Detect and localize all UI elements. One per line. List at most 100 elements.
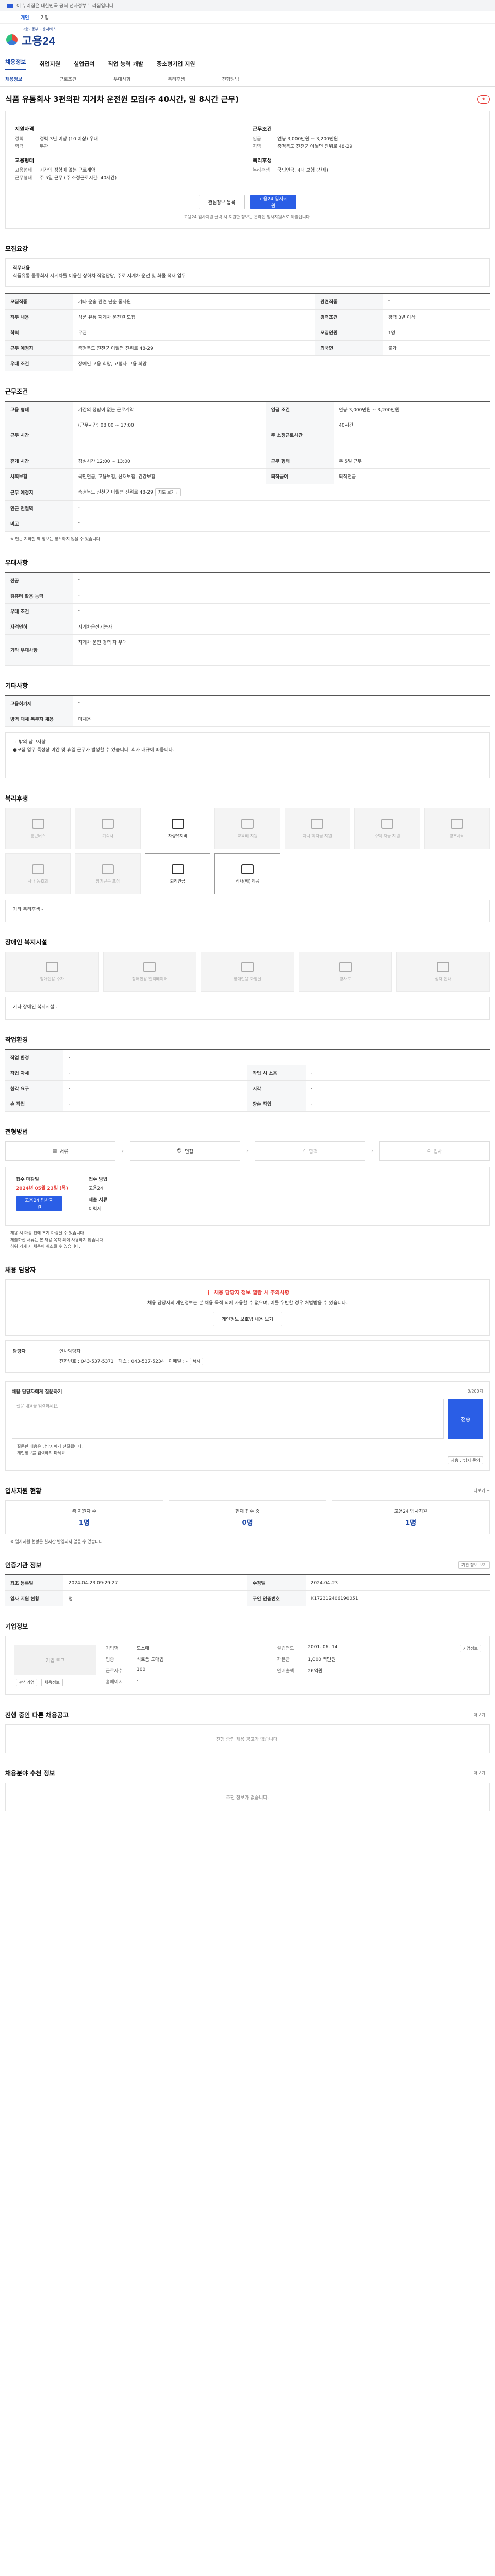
subnav-welfare[interactable]: 복리후생	[168, 76, 185, 82]
cap-icon	[311, 818, 324, 829]
warning-text: 채용 담당자의 개인정보는 본 채용 목적 외에 사용할 수 없으며, 이를 위…	[147, 1301, 348, 1306]
section-title-work-env: 작업환경	[5, 1036, 28, 1043]
section-title-contact: 채용 담당자	[5, 1266, 36, 1274]
th: 기타 우대사항	[5, 634, 73, 666]
arrow-icon: ›	[371, 1148, 373, 1154]
gnb-support[interactable]: 취업지원	[39, 60, 60, 68]
question-textarea[interactable]: 질문 내용을 입력하세요.	[12, 1399, 444, 1439]
contact-inquiry-button[interactable]: 채용 담당자 문의	[448, 1456, 483, 1464]
welfare-item: 퇴직연금	[144, 853, 211, 894]
scrap-button[interactable]: ★	[477, 95, 490, 104]
more-link[interactable]: 더보기 +	[474, 1712, 490, 1718]
map-button[interactable]: 지도 보기 ›	[155, 488, 181, 496]
gnb-jobs[interactable]: 채용정보	[5, 58, 26, 70]
stat-value: 0명	[242, 1519, 253, 1527]
apply-button-2[interactable]: 고용24 입사지원	[16, 1196, 62, 1211]
td: K172312406190051	[305, 1590, 490, 1606]
th: 직무 내용	[5, 309, 73, 325]
disability-label: 장애인용 엘리베이터	[131, 976, 168, 981]
td: 점심시간 12:00 ~ 13:00	[73, 453, 266, 469]
more-link[interactable]: 더보기 +	[474, 1770, 490, 1776]
copy-button[interactable]: 복사	[189, 1358, 204, 1365]
subnav-selection[interactable]: 전형방법	[222, 76, 239, 82]
th: 우대 조건	[5, 603, 73, 619]
th: 자격면허	[5, 619, 73, 635]
logo-text[interactable]: 고용24	[22, 32, 56, 48]
interest-button[interactable]: 관심정보 등록	[199, 195, 245, 209]
logo-icon[interactable]	[6, 34, 18, 45]
td: 식품 유통 지게차 운전원 모집	[73, 309, 316, 325]
job-title: 식품 유통회사 3편의판 지게차 운전원 모집(주 40시간, 일 8시간 근무…	[5, 95, 239, 104]
korea-flag-icon	[7, 3, 13, 8]
send-button[interactable]: 전송	[448, 1399, 483, 1439]
mode-company[interactable]: 기업	[41, 14, 50, 21]
deadline-value: 2024년 05월 23일 (목)	[16, 1186, 68, 1191]
question-notes: 질문한 내용은 담당자에게 전달됩니다. 개인정보를 입력하지 마세요.	[12, 1443, 483, 1456]
step-label: 서류	[59, 1149, 69, 1155]
apply-info: 접수 마감일 2024년 05월 23일 (목) 고용24 입사지원 접수 방법…	[5, 1167, 490, 1226]
section-apply-status: 입사지원 현황 더보기 +	[5, 1486, 490, 1495]
company-jobs-button[interactable]: 채용정보	[41, 1679, 63, 1686]
td: 미채용	[73, 711, 490, 727]
conditions-note: ※ 인근 지하철 역 정보는 정확하지 않을 수 있습니다.	[10, 537, 102, 541]
section-title-conditions: 근무조건	[5, 388, 28, 395]
interview-icon: ☺	[177, 1148, 182, 1154]
arrow-icon: ›	[122, 1148, 124, 1154]
gnb-training[interactable]: 직업 능력 개발	[108, 60, 143, 68]
step-label: 합격	[309, 1149, 318, 1155]
th: 모집직종	[5, 294, 73, 310]
apply-button[interactable]: 고용24 입사지원	[250, 195, 296, 209]
home-icon	[381, 818, 393, 829]
more-link[interactable]: 더보기 +	[474, 1488, 490, 1494]
logo-sub-1: 고용노동부 고용서비스	[22, 27, 56, 31]
th: 구인 인증번호	[247, 1590, 306, 1606]
trophy-icon	[102, 863, 114, 874]
subnav-conditions[interactable]: 근로조건	[59, 76, 76, 82]
td: 2024-04-23 09:29:27	[63, 1575, 248, 1591]
fav-company-button[interactable]: 관심기업	[16, 1679, 38, 1686]
th: 우대 조건	[5, 355, 73, 371]
duty-text: 식품유통 물류회사 지게차를 이용한 상하차 작업담당, 주로 지게차 운전 및…	[13, 274, 186, 279]
section-title-recruit: 모집요강	[5, 245, 28, 252]
mode-personal[interactable]: 개인	[21, 14, 29, 21]
privacy-law-button[interactable]: 개인정보 보호법 내용 보기	[213, 1312, 282, 1326]
cert-title: 인증기관 정보	[5, 1562, 42, 1569]
preference-table: 전공 - 컴퓨터 활용 능력 - 우대 조건 - 자격면허 지게차운전기능사 기타 우대…	[5, 572, 490, 666]
k: 근로자수	[106, 1668, 123, 1674]
house-icon	[102, 818, 114, 829]
disability-label: 장애인용 화장실	[233, 976, 262, 981]
td: 기타 운송 관련 단순 종사원	[73, 294, 316, 310]
td: 명	[63, 1590, 248, 1606]
v: 100	[137, 1667, 146, 1672]
document-icon: ▤	[52, 1148, 57, 1154]
td: -	[305, 1096, 490, 1112]
welfare-grid: 통근버스 기숙사 차량유지비 교육비 지원 자녀 학자금 지원 주택 자금 지원…	[5, 808, 490, 894]
step-label: 입사	[433, 1149, 442, 1155]
subnav-preference[interactable]: 우대사항	[113, 76, 130, 82]
td: 지게차운전기능사	[73, 619, 490, 635]
summary-v: 경력 3년 이상 (10 이상) 우대	[40, 137, 98, 142]
th: 청각 요구	[5, 1080, 63, 1096]
disability-label: 장애인용 주차	[40, 976, 64, 981]
section-title-welfare: 복리후생	[5, 795, 28, 802]
td: -	[73, 696, 490, 711]
people-icon	[31, 863, 44, 874]
gnb-sme[interactable]: 중소형기업 지원	[157, 60, 195, 68]
subnav-recruit[interactable]: 채용정보	[5, 76, 22, 82]
selection-notes: 채용 시 마감 전에 조기 마감될 수 있습니다. 제출하신 서류는 본 채용 …	[5, 1230, 490, 1250]
disability-item: 점자 안내	[396, 952, 490, 992]
gnb-benefit[interactable]: 실업급여	[74, 60, 94, 68]
car-icon	[171, 818, 184, 829]
check-icon: ✓	[302, 1148, 306, 1154]
td: -	[63, 1096, 248, 1112]
company-detail-button[interactable]: 기업정보	[459, 1645, 481, 1652]
cert-button[interactable]: 기관 정보 보기	[458, 1561, 490, 1569]
th: 인근 전철역	[5, 500, 73, 516]
section-title-etc: 기타사항	[5, 682, 28, 689]
summary-k: 근무형태	[15, 176, 32, 181]
book-icon	[241, 818, 254, 829]
th: 경력조건	[315, 309, 383, 325]
contact-name: 인사담당자	[59, 1349, 81, 1354]
welfare-label: 식사(비) 제공	[236, 878, 259, 884]
td: 40시간	[334, 417, 490, 453]
